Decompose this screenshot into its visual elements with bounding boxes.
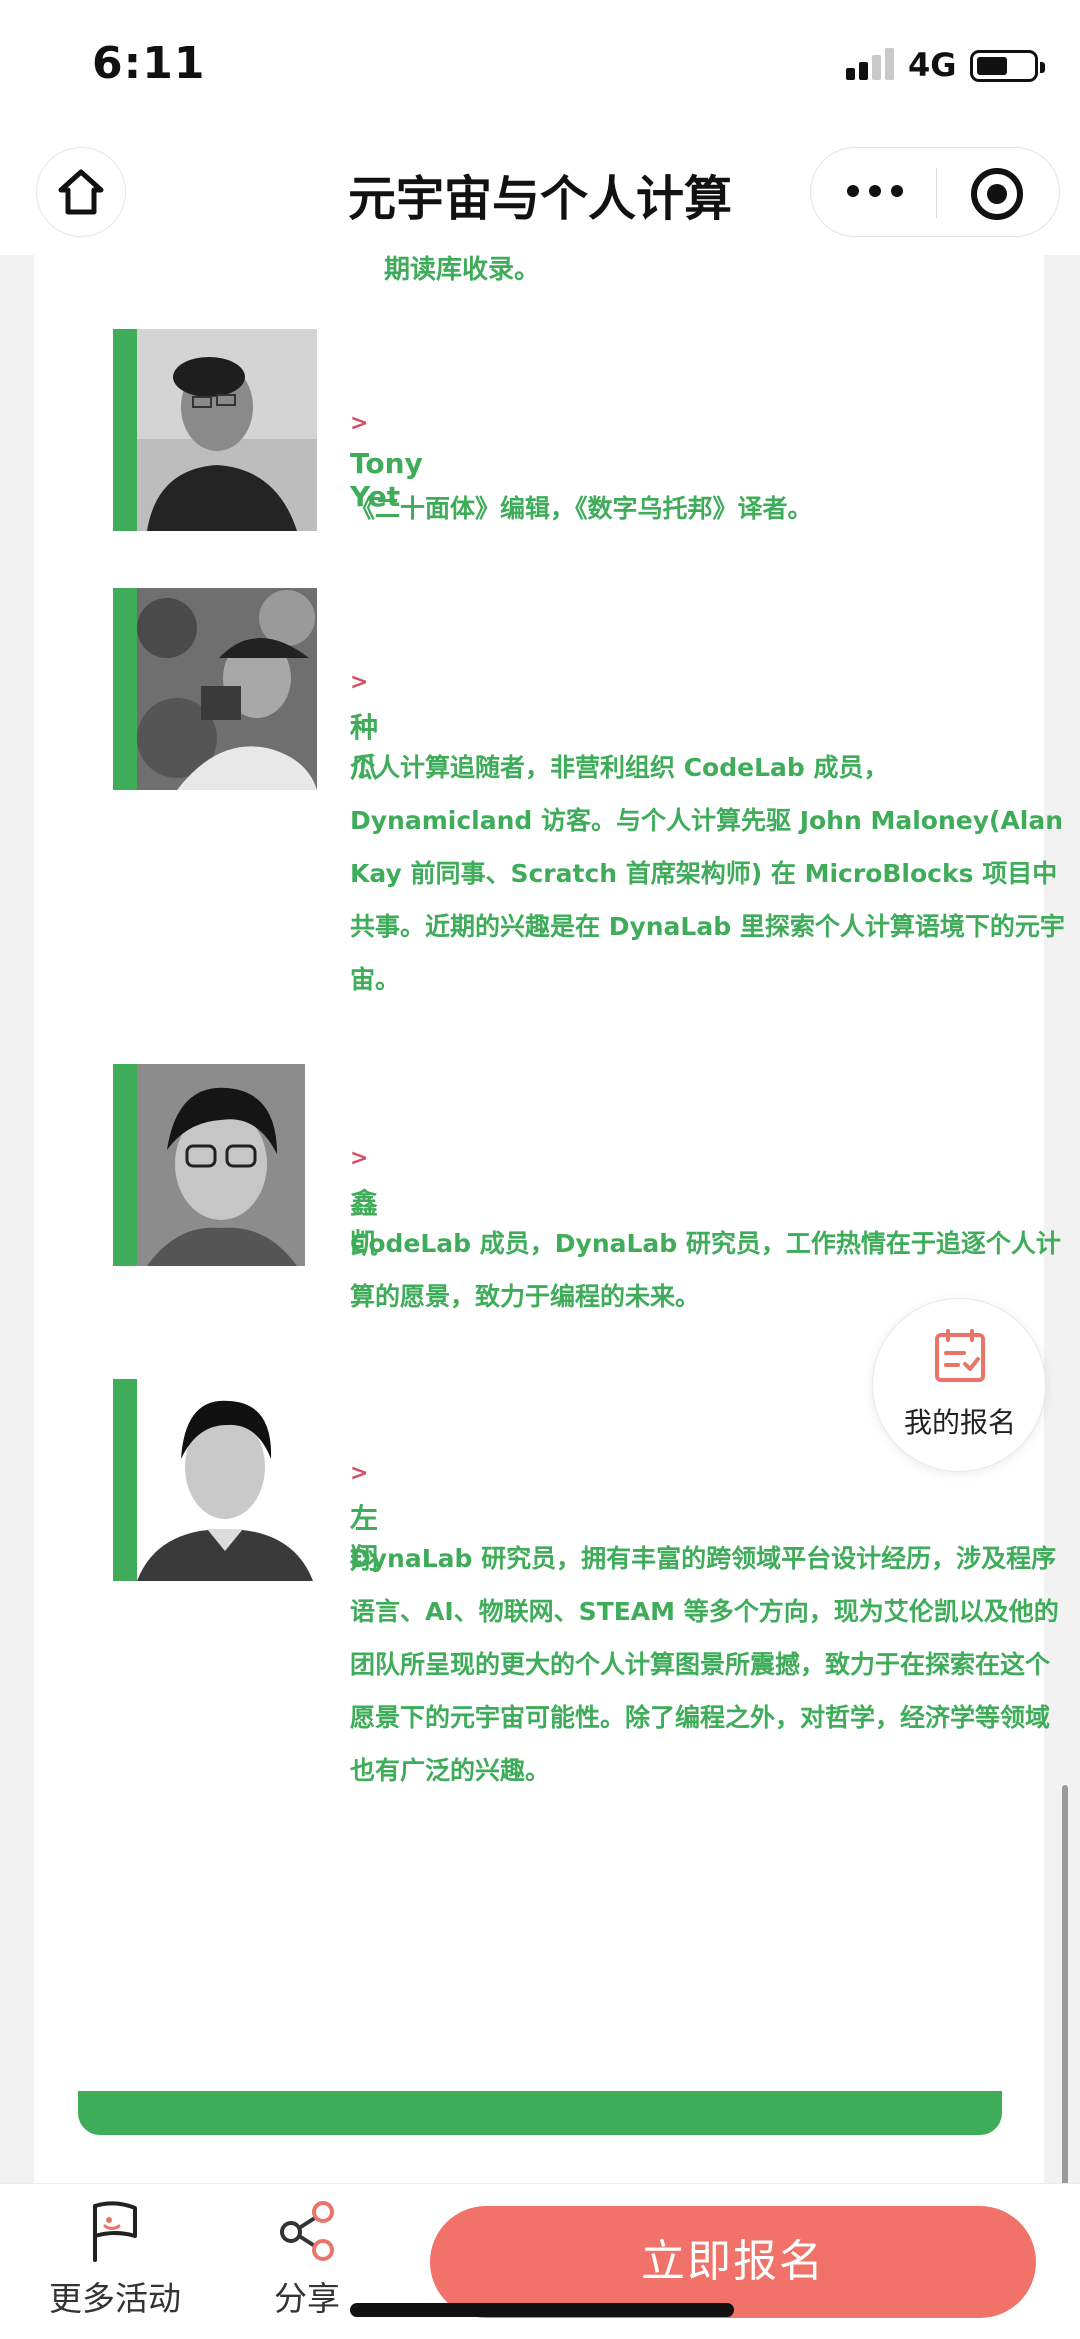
- status-bar: 6:11 4G: [0, 0, 1080, 135]
- accent-bar: [113, 329, 137, 531]
- arrow-marker: >: [350, 411, 369, 436]
- speaker-photo: [137, 1064, 305, 1266]
- title-bar: 元宇宙与个人计算: [0, 135, 1080, 255]
- arrow-marker: >: [350, 1146, 369, 1171]
- speaker-bio: DynaLab 研究员，拥有丰富的跨领域平台设计经历，涉及程序语言、AI、物联网…: [350, 1544, 1059, 1785]
- close-miniprogram-icon[interactable]: [971, 168, 1023, 220]
- accent-bar: [113, 1064, 137, 1266]
- arrow-marker: >: [350, 670, 369, 695]
- signal-icon: [846, 48, 894, 80]
- scrollbar[interactable]: [1062, 1785, 1068, 2225]
- battery-icon: [970, 50, 1045, 82]
- register-now-button[interactable]: 立即报名: [430, 2206, 1036, 2318]
- more-options-icon[interactable]: [847, 176, 907, 206]
- more-activities-button[interactable]: 更多活动: [40, 2198, 190, 2320]
- accent-bar: [113, 1379, 137, 1581]
- share-icon: [280, 2201, 334, 2261]
- accent-bar: [113, 588, 137, 790]
- speaker-bio: 个人计算追随者，非营利组织 CodeLab 成员，Dynamicland 访客。…: [350, 753, 1065, 994]
- flag-icon: [93, 2201, 137, 2262]
- home-button[interactable]: [36, 147, 126, 237]
- home-indicator: [350, 2303, 734, 2317]
- network-type: 4G: [908, 46, 957, 84]
- capsule-divider: [936, 168, 937, 218]
- speaker-bio: 《二十面体》编辑，《数字乌托邦》译者。: [350, 494, 813, 523]
- speaker-photo: [137, 1379, 313, 1581]
- page-title: 元宇宙与个人计算: [347, 171, 732, 227]
- clipboard-check-icon: [935, 1329, 985, 1382]
- my-registration-label: 我的报名: [903, 1406, 1016, 1439]
- section-footer-strip: [78, 2091, 1002, 2135]
- home-icon: [58, 169, 104, 215]
- mini-program-capsule: [810, 147, 1060, 237]
- status-time: 6:11: [92, 38, 206, 89]
- share-label: 分享: [274, 2279, 340, 2318]
- my-registration-button[interactable]: 我的报名: [872, 1298, 1046, 1472]
- more-activities-label: 更多活动: [49, 2279, 181, 2318]
- page-content[interactable]: 期读库收录。 > Tony Yet 《二十面体》编辑，《数字乌托邦》译者。 > …: [0, 255, 1080, 2183]
- previous-bio-fragment: 期读库收录。: [384, 255, 541, 285]
- speaker-photo: [137, 329, 317, 531]
- speaker-photo: [137, 588, 317, 790]
- arrow-marker: >: [350, 1461, 369, 1486]
- share-button[interactable]: 分享: [262, 2198, 352, 2320]
